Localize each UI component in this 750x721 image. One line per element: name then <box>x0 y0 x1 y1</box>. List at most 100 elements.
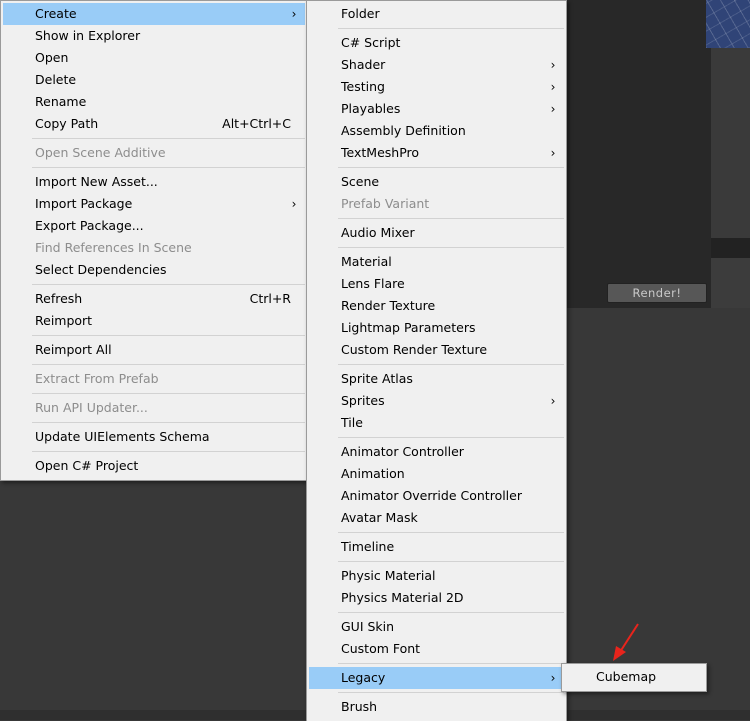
legacy-submenu: Cubemap <box>561 663 707 692</box>
menu-item-label: Folder <box>341 6 380 21</box>
create-item-physic-material[interactable]: Physic Material <box>309 565 564 587</box>
menu-item-label: Timeline <box>341 539 395 554</box>
create-item-lightmap-parameters[interactable]: Lightmap Parameters <box>309 317 564 339</box>
chevron-right-icon: › <box>550 146 556 160</box>
chevron-right-icon: › <box>291 197 297 211</box>
annotation-arrow-icon <box>613 623 639 661</box>
menu-item-find-references-in-scene: Find References In Scene <box>3 237 305 259</box>
menu-item-label: Prefab Variant <box>341 196 430 211</box>
create-item-physics-material-2d[interactable]: Physics Material 2D <box>309 587 564 609</box>
menu-separator <box>32 364 305 365</box>
menu-item-label: Custom Render Texture <box>341 342 488 357</box>
menu-item-label: C# Script <box>341 35 401 50</box>
menu-item-show-in-explorer[interactable]: Show in Explorer <box>3 25 305 47</box>
menu-item-label: Update UIElements Schema <box>35 429 210 444</box>
menu-separator <box>32 451 305 452</box>
create-item-audio-mixer[interactable]: Audio Mixer <box>309 222 564 244</box>
menu-item-label: Open C# Project <box>35 458 139 473</box>
menu-item-refresh[interactable]: Refresh Ctrl+R <box>3 288 305 310</box>
menu-item-label: Physic Material <box>341 568 436 583</box>
chevron-right-icon: › <box>550 394 556 408</box>
menu-item-label: Physics Material 2D <box>341 590 464 605</box>
menu-item-shortcut: Alt+Ctrl+C <box>222 116 291 131</box>
menu-item-open-c-project[interactable]: Open C# Project <box>3 455 305 477</box>
menu-item-label: Cubemap <box>596 669 657 684</box>
chevron-right-icon: › <box>291 7 297 21</box>
render-button[interactable]: Render! <box>607 283 707 303</box>
menu-item-label: Open <box>35 50 69 65</box>
menu-separator <box>338 561 564 562</box>
menu-separator <box>338 692 564 693</box>
menu-item-label: Refresh <box>35 291 83 306</box>
menu-item-label: Audio Mixer <box>341 225 415 240</box>
create-item-testing[interactable]: Testing › <box>309 76 564 98</box>
create-item-custom-font[interactable]: Custom Font <box>309 638 564 660</box>
create-item-tile[interactable]: Tile <box>309 412 564 434</box>
chevron-right-icon: › <box>550 671 556 685</box>
create-item-render-texture[interactable]: Render Texture <box>309 295 564 317</box>
create-item-timeline[interactable]: Timeline <box>309 536 564 558</box>
menu-item-select-dependencies[interactable]: Select Dependencies <box>3 259 305 281</box>
menu-item-label: Lens Flare <box>341 276 405 291</box>
create-item-brush[interactable]: Brush <box>309 696 564 718</box>
menu-item-extract-from-prefab: Extract From Prefab <box>3 368 305 390</box>
create-item-textmeshpro[interactable]: TextMeshPro › <box>309 142 564 164</box>
menu-item-label: Tile <box>341 415 363 430</box>
menu-item-label: Sprite Atlas <box>341 371 413 386</box>
menu-separator <box>338 532 564 533</box>
menu-item-delete[interactable]: Delete <box>3 69 305 91</box>
create-item-assembly-definition[interactable]: Assembly Definition <box>309 120 564 142</box>
create-item-avatar-mask[interactable]: Avatar Mask <box>309 507 564 529</box>
menu-item-label: Delete <box>35 72 77 87</box>
menu-separator <box>338 28 564 29</box>
menu-item-reimport[interactable]: Reimport <box>3 310 305 332</box>
menu-item-label: Scene <box>341 174 380 189</box>
menu-item-rename[interactable]: Rename <box>3 91 305 113</box>
menu-separator <box>338 247 564 248</box>
create-item-c-script[interactable]: C# Script <box>309 32 564 54</box>
menu-separator <box>338 167 564 168</box>
menu-item-create[interactable]: Create › <box>3 3 305 25</box>
create-item-animator-override-controller[interactable]: Animator Override Controller <box>309 485 564 507</box>
create-item-playables[interactable]: Playables › <box>309 98 564 120</box>
create-item-legacy[interactable]: Legacy › <box>309 667 564 689</box>
menu-item-label: Avatar Mask <box>341 510 418 525</box>
menu-item-open[interactable]: Open <box>3 47 305 69</box>
menu-separator <box>32 138 305 139</box>
create-item-sprites[interactable]: Sprites › <box>309 390 564 412</box>
menu-item-label: Export Package... <box>35 218 144 233</box>
menu-item-reimport-all[interactable]: Reimport All <box>3 339 305 361</box>
menu-separator <box>32 167 305 168</box>
menu-item-label: Reimport <box>35 313 93 328</box>
menu-item-label: TextMeshPro <box>341 145 420 160</box>
create-item-scene[interactable]: Scene <box>309 171 564 193</box>
menu-item-import-new-asset[interactable]: Import New Asset... <box>3 171 305 193</box>
menu-item-export-package[interactable]: Export Package... <box>3 215 305 237</box>
menu-item-label: Find References In Scene <box>35 240 192 255</box>
create-item-gui-skin[interactable]: GUI Skin <box>309 616 564 638</box>
chevron-right-icon: › <box>550 58 556 72</box>
menu-item-label: Copy Path <box>35 116 99 131</box>
create-item-sprite-atlas[interactable]: Sprite Atlas <box>309 368 564 390</box>
create-item-folder[interactable]: Folder <box>309 3 564 25</box>
menu-item-import-package[interactable]: Import Package › <box>3 193 305 215</box>
menu-item-copy-path[interactable]: Copy Path Alt+Ctrl+C <box>3 113 305 135</box>
menu-item-shortcut: Ctrl+R <box>249 291 291 306</box>
context-menu: Create › Show in Explorer Open Delete Rename C… <box>0 0 308 481</box>
menu-item-label: Sprites <box>341 393 385 408</box>
editor-side-strip <box>711 48 750 238</box>
create-item-shader[interactable]: Shader › <box>309 54 564 76</box>
create-item-animator-controller[interactable]: Animator Controller <box>309 441 564 463</box>
editor-toolbar-strip <box>711 238 750 258</box>
create-submenu: Folder C# Script Shader › Testing › Playables ›… <box>306 0 567 721</box>
create-item-custom-render-texture[interactable]: Custom Render Texture <box>309 339 564 361</box>
create-item-material[interactable]: Material <box>309 251 564 273</box>
create-item-animation[interactable]: Animation <box>309 463 564 485</box>
legacy-item-cubemap[interactable]: Cubemap <box>564 666 704 688</box>
menu-item-label: Import New Asset... <box>35 174 158 189</box>
create-item-lens-flare[interactable]: Lens Flare <box>309 273 564 295</box>
editor-lower-strip <box>711 258 750 308</box>
menu-item-update-uielements-schema[interactable]: Update UIElements Schema <box>3 426 305 448</box>
menu-item-label: Legacy <box>341 670 386 685</box>
menu-item-label: Run API Updater... <box>35 400 148 415</box>
